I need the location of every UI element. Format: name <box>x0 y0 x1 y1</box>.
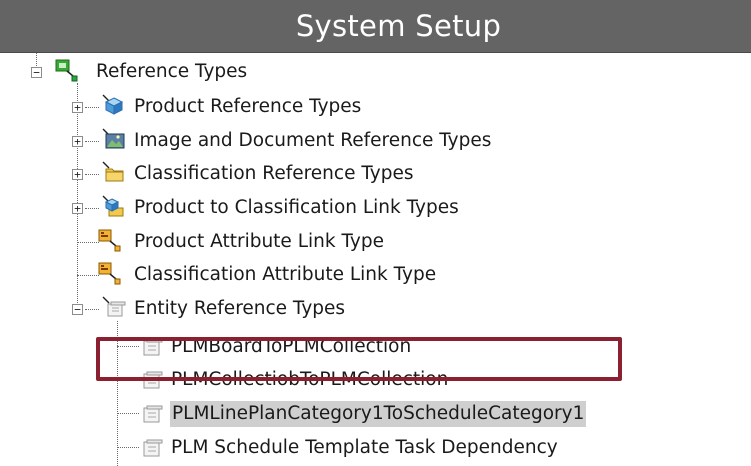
attribute-link-icon <box>96 227 122 253</box>
tree-line <box>117 413 139 414</box>
reference-types-icon <box>53 57 79 83</box>
image-icon <box>100 126 126 152</box>
tree-line <box>85 174 99 175</box>
tree-node-entity-reference-types[interactable]: Entity Reference Types <box>134 296 345 322</box>
expand-toggle[interactable]: + <box>72 102 83 113</box>
tree-line <box>85 107 99 108</box>
tree-line <box>117 447 139 448</box>
tree-node-product-attribute-link-type[interactable]: Product Attribute Link Type <box>134 229 384 255</box>
tree-line <box>85 208 99 209</box>
entity-icon <box>138 401 164 427</box>
link-icon <box>100 193 126 219</box>
expand-toggle[interactable]: + <box>72 136 83 147</box>
tree-line <box>85 309 99 310</box>
highlight-box <box>96 337 622 381</box>
tree-node-product-classification-link-types[interactable]: Product to Classification Link Types <box>134 195 459 221</box>
tree-node-classification-reference-types[interactable]: Classification Reference Types <box>134 161 413 187</box>
tree-node-plm-line-plan-category-selected[interactable]: PLMLinePlanCategory1ToScheduleCategory1 <box>170 401 587 427</box>
window-title-bar: System Setup <box>0 0 751 53</box>
entity-reference-icon <box>100 294 126 320</box>
expand-toggle[interactable]: + <box>72 169 83 180</box>
reference-types-tree: − Reference Types + Product Reference Ty… <box>0 53 751 466</box>
folder-icon <box>100 159 126 185</box>
tree-line <box>77 83 78 313</box>
tree-node-product-reference-types[interactable]: Product Reference Types <box>134 94 361 120</box>
tree-node-reference-types[interactable]: Reference Types <box>96 59 247 85</box>
cube-icon <box>100 92 126 118</box>
expand-toggle[interactable]: + <box>72 203 83 214</box>
tree-line <box>85 141 99 142</box>
tree-node-plm-schedule-template-task-dependency[interactable]: PLM Schedule Template Task Dependency <box>171 435 558 461</box>
tree-node-image-document-reference-types[interactable]: Image and Document Reference Types <box>134 128 491 154</box>
attribute-link-icon <box>96 260 122 286</box>
collapse-toggle[interactable]: − <box>31 67 42 78</box>
tree-node-classification-attribute-link-type[interactable]: Classification Attribute Link Type <box>134 262 436 288</box>
entity-icon <box>138 435 164 461</box>
window-title: System Setup <box>295 9 502 43</box>
collapse-toggle[interactable]: − <box>72 304 83 315</box>
